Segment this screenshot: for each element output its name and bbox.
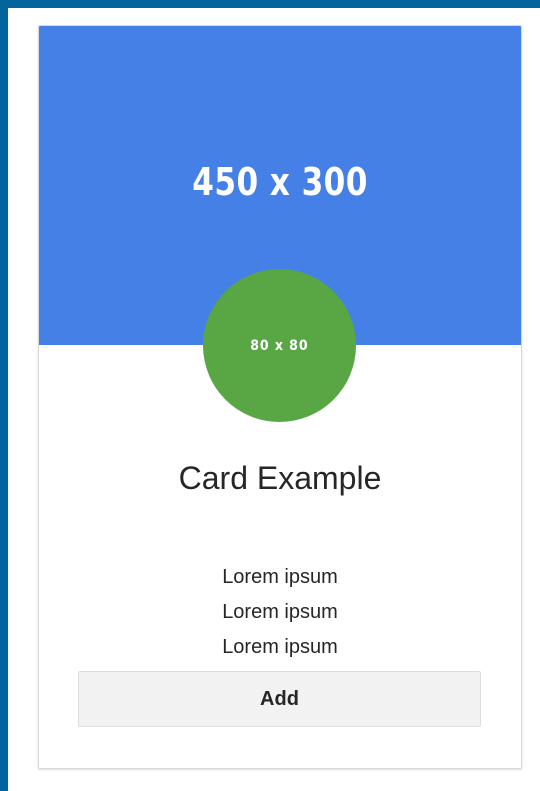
- page-frame: 450 x 300 80 x 80 Card Example Lorem ips…: [0, 0, 540, 791]
- card-title: Card Example: [178, 460, 382, 496]
- card-body-line: Lorem ipsum: [222, 601, 338, 623]
- avatar-label: 80 x 80: [250, 337, 309, 354]
- card-body-line: Lorem ipsum: [222, 566, 338, 588]
- card: 450 x 300 80 x 80 Card Example Lorem ips…: [38, 25, 522, 769]
- card-body-line: Lorem ipsum: [222, 636, 338, 658]
- avatar: 80 x 80: [203, 269, 356, 422]
- add-button[interactable]: Add: [78, 671, 481, 727]
- card-body-text: Lorem ipsum Lorem ipsum Lorem ipsum: [39, 560, 521, 665]
- card-image-label: 450 x 300: [192, 159, 368, 204]
